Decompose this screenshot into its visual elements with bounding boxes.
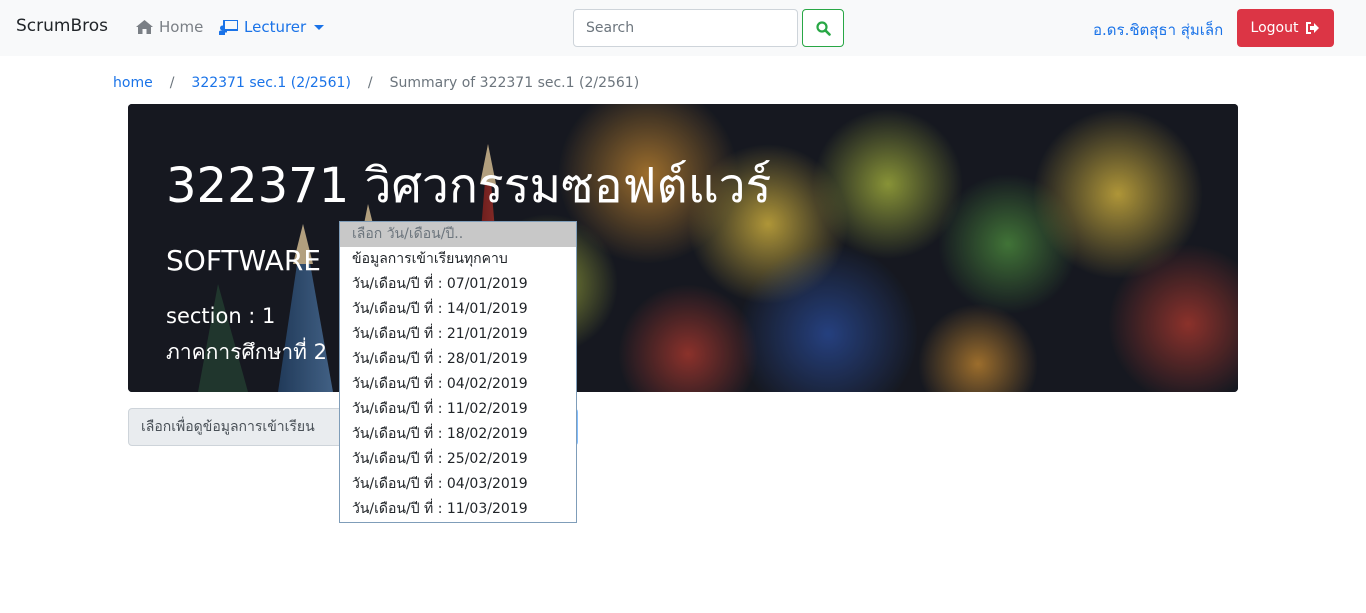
- chalkboard-teacher-icon: [219, 19, 238, 35]
- dropdown-option-date[interactable]: วัน/เดือน/ปี ที่ : 25/02/2019: [340, 447, 576, 472]
- dropdown-option-date[interactable]: วัน/เดือน/ปี ที่ : 04/03/2019: [340, 472, 576, 497]
- nav-lecturer-label: Lecturer: [244, 18, 307, 36]
- navbar: ScrumBros Home Lecturer อ.ดร.ชิตสุธา สุ่…: [0, 0, 1366, 56]
- breadcrumb-course-link[interactable]: 322371 sec.1 (2/2561): [191, 75, 350, 91]
- sign-out-icon: [1306, 22, 1320, 34]
- course-subtitle: SOFTWARE: [166, 244, 321, 277]
- dropdown-option-date[interactable]: วัน/เดือน/ปี ที่ : 07/01/2019: [340, 272, 576, 297]
- course-term: ภาคการศึกษาที่ 2: [166, 340, 328, 364]
- course-section: section : 1: [166, 304, 276, 328]
- breadcrumb-home-link[interactable]: home: [113, 75, 153, 91]
- attendance-date-dropdown: เลือก วัน/เดือน/ปี.. ข้อมูลการเข้าเรียนท…: [339, 221, 577, 523]
- dropdown-option-date[interactable]: วัน/เดือน/ปี ที่ : 14/01/2019: [340, 297, 576, 322]
- dropdown-option-all-sessions[interactable]: ข้อมูลการเข้าเรียนทุกคาบ: [340, 247, 576, 272]
- search-input[interactable]: [573, 9, 798, 47]
- attendance-select-label: เลือกเพื่อดูข้อมูลการเข้าเรียน: [128, 408, 341, 446]
- breadcrumb-separator: /: [367, 75, 373, 91]
- dropdown-option-date[interactable]: วัน/เดือน/ปี ที่ : 21/01/2019: [340, 322, 576, 347]
- dropdown-option-date[interactable]: วัน/เดือน/ปี ที่ : 28/01/2019: [340, 347, 576, 372]
- course-title: 322371 วิศวกรรมซอฟต์แวร์: [166, 158, 772, 214]
- home-icon: [136, 20, 153, 34]
- brand-link[interactable]: ScrumBros: [16, 16, 108, 36]
- course-hero-banner: 322371 วิศวกรรมซอฟต์แวร์ SOFTWARE sectio…: [128, 104, 1238, 392]
- dropdown-option-date[interactable]: วัน/เดือน/ปี ที่ : 11/02/2019: [340, 397, 576, 422]
- dropdown-option-date[interactable]: วัน/เดือน/ปี ที่ : 04/02/2019: [340, 372, 576, 397]
- dropdown-option-date[interactable]: วัน/เดือน/ปี ที่ : 11/03/2019: [340, 497, 576, 522]
- dropdown-placeholder-option[interactable]: เลือก วัน/เดือน/ปี..: [340, 222, 576, 247]
- search-icon: [815, 20, 831, 36]
- user-name-link[interactable]: อ.ดร.ชิตสุธา สุ่มเล็ก: [1093, 18, 1223, 42]
- logout-button[interactable]: Logout: [1237, 9, 1334, 47]
- nav-lecturer-dropdown[interactable]: Lecturer: [219, 18, 325, 36]
- dropdown-option-date[interactable]: วัน/เดือน/ปี ที่ : 18/02/2019: [340, 422, 576, 447]
- nav-home-link[interactable]: Home: [136, 18, 203, 36]
- breadcrumb: home / 322371 sec.1 (2/2561) / Summary o…: [113, 75, 639, 91]
- nav-home-label: Home: [159, 18, 204, 36]
- logout-label: Logout: [1250, 20, 1299, 36]
- chevron-down-icon: [314, 24, 325, 30]
- search-button[interactable]: [802, 9, 844, 47]
- breadcrumb-separator: /: [169, 75, 175, 91]
- breadcrumb-active: Summary of 322371 sec.1 (2/2561): [389, 75, 640, 91]
